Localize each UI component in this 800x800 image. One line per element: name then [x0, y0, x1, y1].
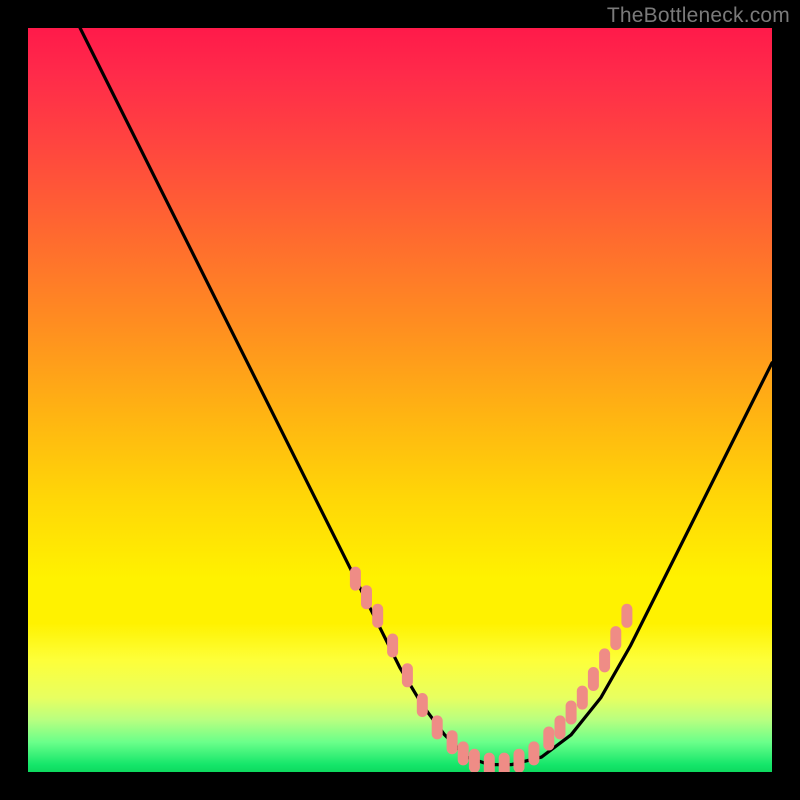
watermark-text: TheBottleneck.com	[607, 4, 790, 28]
chart-gradient-background	[28, 28, 772, 772]
chart-frame	[28, 28, 772, 772]
